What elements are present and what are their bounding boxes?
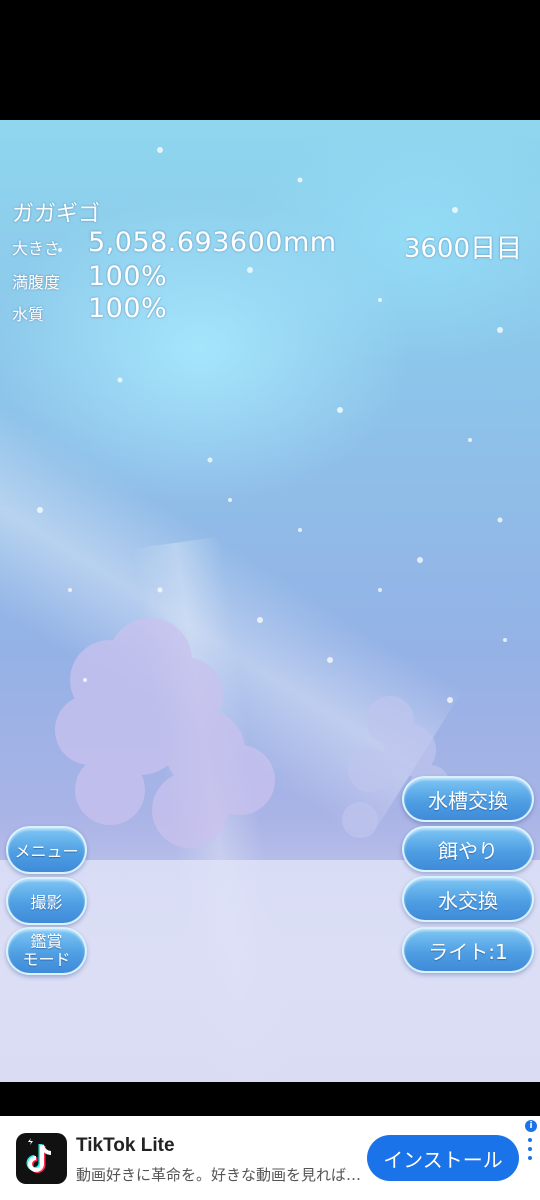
photo-button-label: 撮影 [30, 893, 63, 912]
ad-banner[interactable]: TikTok Lite 動画好きに革命を。好きな動画を見れば… インストール i [0, 1116, 540, 1200]
ad-info-icon[interactable]: i [525, 1120, 537, 1132]
feed-label: 餌やり [438, 838, 498, 863]
feed-button[interactable]: 餌やり [402, 826, 534, 872]
view-mode-label-line1: 鑑賞 [30, 932, 63, 951]
fullness-label: 満腹度 [12, 273, 61, 292]
coral-left [55, 618, 275, 848]
app-screen: ガガギゴ 大きさ 5,058.693600mm 3600日目 満腹度 100% … [0, 0, 540, 1200]
menu-button[interactable]: メニュー [6, 826, 87, 874]
water-change-label: 水交換 [438, 888, 498, 913]
fullness-value: 100% [88, 261, 168, 292]
water-quality-value: 100% [88, 293, 168, 324]
tiktok-note-icon [26, 1138, 52, 1173]
water-quality-label: 水質 [12, 305, 45, 324]
photo-button[interactable]: 撮影 [6, 877, 87, 925]
tank-change-button[interactable]: 水槽交換 [402, 776, 534, 822]
ad-more-options-icon[interactable] [527, 1138, 533, 1164]
view-mode-label-line2: モード [22, 950, 71, 969]
water-change-button[interactable]: 水交換 [402, 876, 534, 922]
light-label: ライト:1 [428, 939, 508, 964]
tank-change-label: 水槽交換 [428, 788, 508, 813]
day-counter: 3600日目 [403, 234, 522, 264]
fish-name: ガガギゴ [12, 202, 101, 227]
ad-install-button[interactable]: インストール [367, 1135, 519, 1181]
size-value: 5,058.693600mm [88, 227, 337, 258]
top-black-bar [0, 0, 540, 120]
tiktok-logo-icon[interactable] [16, 1133, 67, 1184]
size-label: 大きさ [12, 239, 61, 258]
ad-install-label: インストール [383, 1147, 503, 1172]
ad-app-name[interactable]: TikTok Lite [76, 1135, 175, 1157]
light-button[interactable]: ライト:1 [402, 927, 534, 973]
ad-description: 動画好きに革命を。好きな動画を見れば… [76, 1166, 362, 1184]
view-mode-button[interactable]: 鑑賞 モード [6, 927, 87, 975]
ad-separator-bar [0, 1082, 540, 1116]
menu-button-label: メニュー [14, 842, 79, 861]
